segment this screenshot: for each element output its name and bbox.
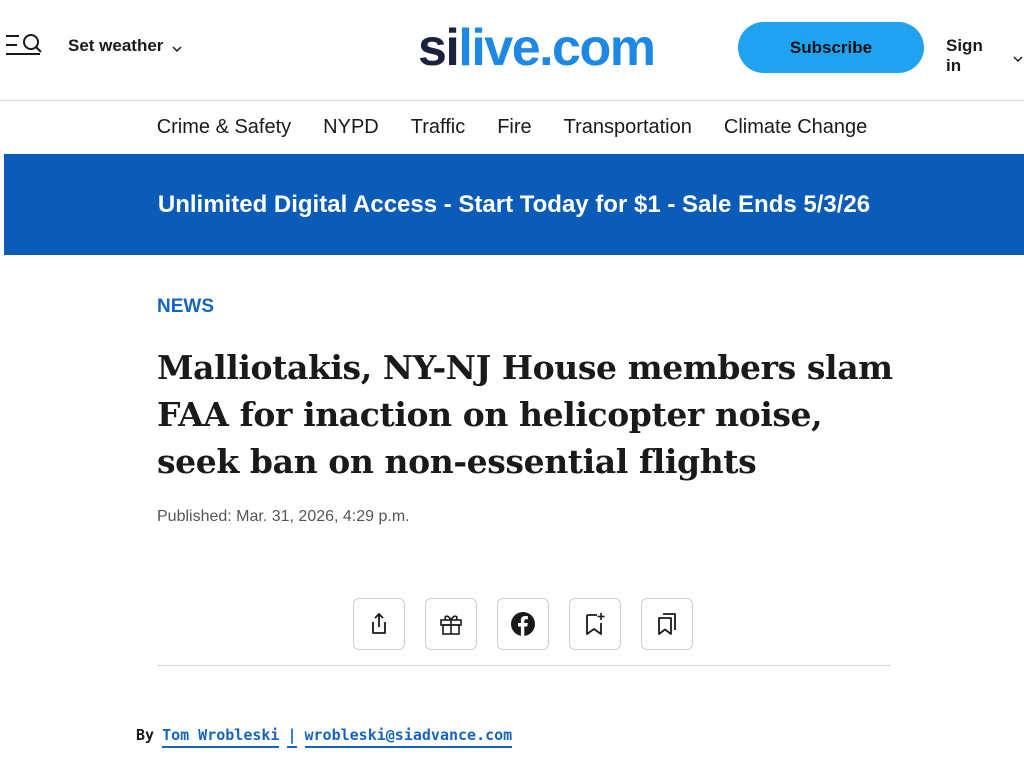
article-byline: By Tom Wrobleski | wrobleski@siadvance.c… — [136, 726, 513, 748]
site-logo[interactable]: silive.com — [418, 19, 656, 77]
promo-banner-text: Unlimited Digital Access - Start Today f… — [157, 190, 871, 218]
save-article-button[interactable] — [569, 598, 621, 650]
sign-in-button[interactable]: Sign in — [946, 36, 1024, 76]
site-header: Set weather silive.com Subscribe Sign in — [0, 0, 1024, 101]
logo-part-live: live.com — [458, 19, 656, 77]
facebook-share-button[interactable] — [497, 598, 549, 650]
article-headline: Malliotakis, NY-NJ House members slam FA… — [157, 348, 893, 481]
share-toolbar — [353, 598, 693, 650]
author-link[interactable]: Tom Wrobleski — [162, 726, 280, 748]
chevron-down-icon — [171, 40, 183, 53]
byline-separator: | — [287, 726, 297, 748]
divider — [157, 665, 891, 666]
nav-item-climate-change[interactable]: Climate Change — [724, 116, 867, 139]
nav-item-crime-safety[interactable]: Crime & Safety — [157, 116, 291, 139]
gift-icon — [440, 615, 462, 635]
author-email-link[interactable]: wrobleski@siadvance.com — [304, 726, 513, 748]
share-icon — [372, 612, 386, 634]
logo-part-si: si — [418, 19, 460, 77]
menu-search-icon[interactable] — [4, 32, 44, 62]
nav-item-fire[interactable]: Fire — [497, 116, 531, 139]
subscription-promo-banner[interactable]: Unlimited Digital Access - Start Today f… — [4, 154, 1024, 255]
nav-item-traffic[interactable]: Traffic — [411, 116, 465, 139]
set-weather-label: Set weather — [68, 36, 164, 55]
nav-item-nypd[interactable]: NYPD — [323, 116, 379, 139]
bookmark-add-icon — [586, 613, 605, 635]
chevron-down-icon — [1012, 50, 1024, 63]
saved-articles-button[interactable] — [641, 598, 693, 650]
facebook-icon — [511, 612, 535, 636]
subscribe-button[interactable]: Subscribe — [738, 22, 924, 73]
set-weather-button[interactable]: Set weather — [68, 36, 183, 56]
nav-item-transportation[interactable]: Transportation — [564, 116, 692, 139]
published-date: Published: Mar. 31, 2026, 4:29 p.m. — [157, 508, 410, 525]
topic-nav: Crime & Safety NYPD Traffic Fire Transpo… — [0, 101, 1024, 154]
byline-prefix: By — [136, 726, 155, 744]
gift-article-button[interactable] — [425, 598, 477, 650]
sign-in-label: Sign in — [946, 36, 983, 75]
saved-bookmarks-icon — [658, 613, 676, 635]
section-label[interactable]: NEWS — [157, 296, 214, 318]
share-button[interactable] — [353, 598, 405, 650]
